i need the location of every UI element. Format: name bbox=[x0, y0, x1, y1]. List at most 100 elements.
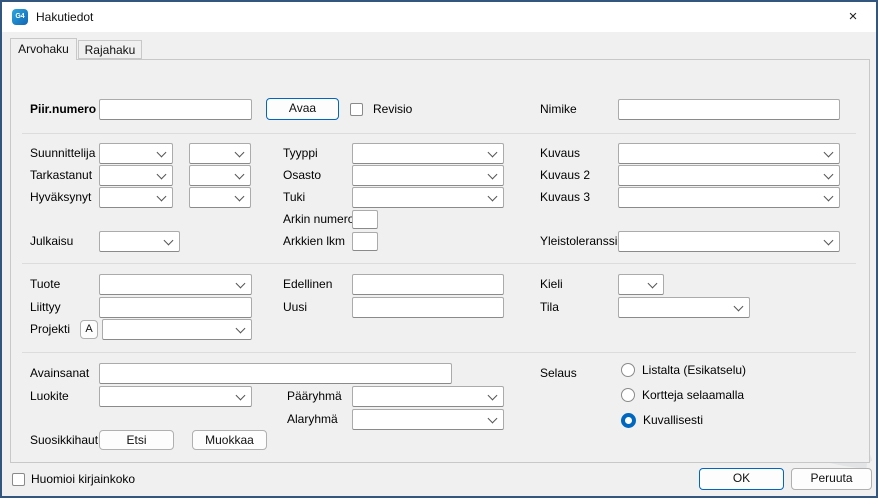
kuvaus3-combobox[interactable] bbox=[618, 187, 840, 208]
chevron-down-icon bbox=[235, 148, 245, 158]
chevron-down-icon bbox=[235, 170, 245, 180]
radio-kortteja[interactable]: Kortteja selaamalla bbox=[621, 384, 744, 406]
chevron-down-icon bbox=[157, 192, 167, 202]
luokite-label: Luokite bbox=[30, 386, 69, 407]
piir-numero-input[interactable] bbox=[99, 99, 252, 120]
alaryhma-combobox[interactable] bbox=[352, 409, 504, 430]
kuvaus2-label: Kuvaus 2 bbox=[540, 165, 590, 186]
paaryhma-combobox[interactable] bbox=[352, 386, 504, 407]
edellinen-label: Edellinen bbox=[283, 274, 332, 295]
luokite-combobox[interactable] bbox=[99, 386, 252, 407]
suunnittelija-combobox-1[interactable] bbox=[99, 143, 173, 164]
separator bbox=[22, 263, 856, 264]
tab-rajahaku[interactable]: Rajahaku bbox=[78, 40, 142, 59]
radio-button-icon[interactable] bbox=[621, 363, 635, 377]
kieli-combobox[interactable] bbox=[618, 274, 664, 295]
arkin-numero-input[interactable] bbox=[352, 210, 378, 229]
projekti-label: Projekti bbox=[30, 319, 70, 340]
julkaisu-combobox[interactable] bbox=[99, 231, 180, 252]
osasto-combobox[interactable] bbox=[352, 165, 504, 186]
paaryhma-label: Pääryhmä bbox=[287, 386, 342, 407]
hyvaksynyt-combobox-1[interactable] bbox=[99, 187, 173, 208]
app-icon: G4 bbox=[12, 9, 28, 25]
close-icon[interactable]: × bbox=[830, 2, 876, 32]
chevron-down-icon bbox=[734, 302, 744, 312]
alaryhma-label: Alaryhmä bbox=[287, 409, 338, 430]
muokkaa-button[interactable]: Muokkaa bbox=[192, 430, 267, 450]
radio-kuvallisesti-label: Kuvallisesti bbox=[643, 413, 703, 427]
chevron-down-icon bbox=[488, 414, 498, 424]
tuote-label: Tuote bbox=[30, 274, 60, 295]
chevron-down-icon bbox=[164, 236, 174, 246]
uusi-input[interactable] bbox=[352, 297, 504, 318]
tab-arvohaku[interactable]: Arvohaku bbox=[10, 38, 77, 60]
osasto-label: Osasto bbox=[283, 165, 321, 186]
tarkastanut-label: Tarkastanut bbox=[30, 165, 92, 186]
kuvaus3-label: Kuvaus 3 bbox=[540, 187, 590, 208]
tuki-combobox[interactable] bbox=[352, 187, 504, 208]
chevron-down-icon bbox=[488, 170, 498, 180]
arkkien-lkm-input[interactable] bbox=[352, 232, 378, 251]
kuvaus-combobox[interactable] bbox=[618, 143, 840, 164]
separator bbox=[22, 133, 856, 134]
chevron-down-icon bbox=[824, 170, 834, 180]
avainsanat-label: Avainsanat bbox=[30, 363, 89, 384]
kieli-label: Kieli bbox=[540, 274, 563, 295]
projekti-combobox[interactable] bbox=[102, 319, 252, 340]
peruuta-button[interactable]: Peruuta bbox=[791, 468, 872, 490]
suunnittelija-combobox-2[interactable] bbox=[189, 143, 251, 164]
julkaisu-label: Julkaisu bbox=[30, 231, 73, 252]
nimike-input[interactable] bbox=[618, 99, 840, 120]
chevron-down-icon bbox=[236, 324, 246, 334]
chevron-down-icon bbox=[648, 279, 658, 289]
avaa-button[interactable]: Avaa bbox=[266, 98, 339, 120]
separator bbox=[22, 352, 856, 353]
uusi-label: Uusi bbox=[283, 297, 307, 318]
tyyppi-combobox[interactable] bbox=[352, 143, 504, 164]
huomioi-kirjainkoko-checkbox[interactable] bbox=[12, 473, 25, 486]
radio-button-icon[interactable] bbox=[621, 388, 635, 402]
selaus-label: Selaus bbox=[540, 363, 577, 384]
hakutiedot-dialog: G4 Hakutiedot × Arvohaku Rajahaku Piir.n… bbox=[0, 0, 878, 498]
chevron-down-icon bbox=[488, 148, 498, 158]
hyvaksynyt-label: Hyväksynyt bbox=[30, 187, 91, 208]
etsi-button[interactable]: Etsi bbox=[99, 430, 174, 450]
chevron-down-icon bbox=[488, 192, 498, 202]
suunnittelija-label: Suunnittelija bbox=[30, 143, 95, 164]
chevron-down-icon bbox=[824, 236, 834, 246]
window-title: Hakutiedot bbox=[36, 2, 93, 32]
nimike-label: Nimike bbox=[540, 99, 577, 120]
tila-combobox[interactable] bbox=[618, 297, 750, 318]
ok-button[interactable]: OK bbox=[699, 468, 784, 490]
projekti-a-button[interactable]: A bbox=[80, 320, 98, 339]
edellinen-input[interactable] bbox=[352, 274, 504, 295]
piir-numero-label: Piir.numero bbox=[30, 99, 96, 120]
kuvaus-label: Kuvaus bbox=[540, 143, 580, 164]
chevron-down-icon bbox=[824, 148, 834, 158]
tuote-combobox[interactable] bbox=[99, 274, 252, 295]
chevron-down-icon bbox=[236, 391, 246, 401]
chevron-down-icon bbox=[157, 148, 167, 158]
liittyy-label: Liittyy bbox=[30, 297, 61, 318]
tyyppi-label: Tyyppi bbox=[283, 143, 318, 164]
tuki-label: Tuki bbox=[283, 187, 305, 208]
arkin-numero-label: Arkin numero bbox=[283, 209, 354, 230]
titlebar: G4 Hakutiedot × bbox=[2, 2, 876, 32]
liittyy-input[interactable] bbox=[99, 297, 252, 318]
chevron-down-icon bbox=[488, 391, 498, 401]
yleistoleranssi-combobox[interactable] bbox=[618, 231, 840, 252]
yleistoleranssi-label: Yleistoleranssi bbox=[540, 231, 617, 252]
radio-listalta[interactable]: Listalta (Esikatselu) bbox=[621, 359, 746, 381]
radio-kuvallisesti[interactable]: Kuvallisesti bbox=[621, 409, 703, 431]
suosikkihaut-label: Suosikkihaut bbox=[30, 430, 98, 451]
revisio-checkbox[interactable] bbox=[350, 103, 363, 116]
hyvaksynyt-combobox-2[interactable] bbox=[189, 187, 251, 208]
tarkastanut-combobox-2[interactable] bbox=[189, 165, 251, 186]
avainsanat-input[interactable] bbox=[99, 363, 452, 384]
revisio-label: Revisio bbox=[373, 99, 412, 120]
kuvaus2-combobox[interactable] bbox=[618, 165, 840, 186]
chevron-down-icon bbox=[235, 192, 245, 202]
tarkastanut-combobox-1[interactable] bbox=[99, 165, 173, 186]
chevron-down-icon bbox=[236, 279, 246, 289]
radio-button-icon[interactable] bbox=[621, 413, 636, 428]
